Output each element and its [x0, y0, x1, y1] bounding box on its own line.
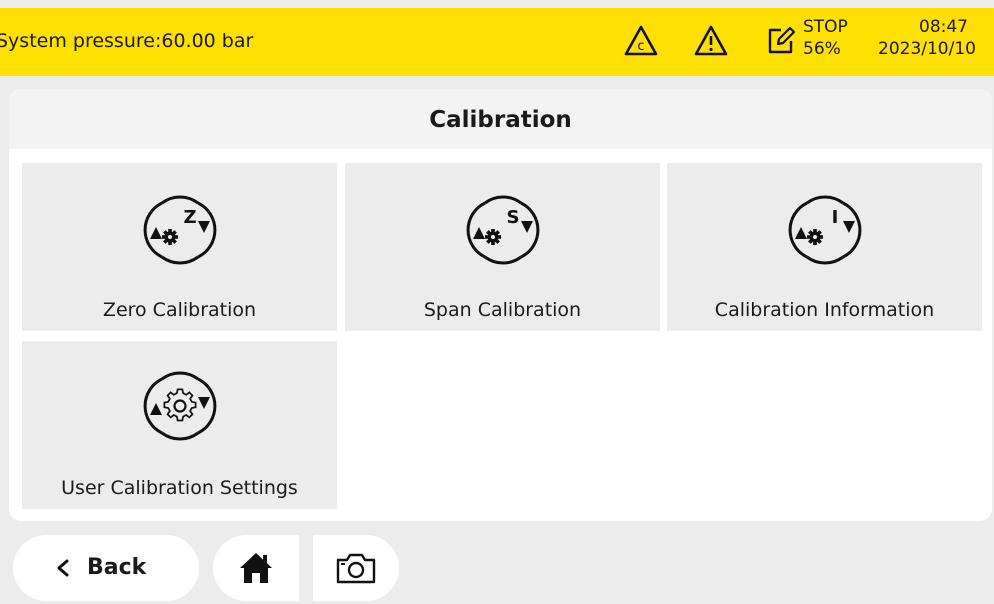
calibration-information-tile[interactable]: I Calibration Information	[667, 163, 982, 331]
status-bar: System pressure:60.00 bar c STOP 56% 08:…	[0, 8, 994, 76]
system-pressure-text: System pressure:60.00 bar	[0, 30, 254, 52]
edit-icon[interactable]	[764, 24, 798, 62]
screenshot-button[interactable]	[313, 535, 399, 601]
warning-icon[interactable]	[693, 24, 729, 62]
back-label: Back	[87, 555, 147, 580]
camera-icon	[336, 553, 376, 584]
run-state-text: STOP	[803, 17, 848, 37]
calibration-information-label: Calibration Information	[714, 299, 935, 321]
zero-calibration-tile[interactable]: Z Zero Calibration	[22, 163, 337, 331]
back-button[interactable]: Back	[13, 535, 199, 601]
span-calibration-icon: S	[466, 195, 539, 265]
clock: 08:47 2023/10/10	[878, 17, 976, 59]
svg-text:Z: Z	[183, 207, 196, 228]
svg-text:S: S	[506, 207, 519, 228]
zero-calibration-icon: Z	[143, 195, 216, 265]
zero-calibration-label: Zero Calibration	[102, 299, 257, 321]
user-calibration-settings-label: User Calibration Settings	[61, 477, 298, 499]
home-button[interactable]	[213, 535, 299, 601]
run-progress-text: 56%	[803, 39, 841, 59]
span-calibration-tile[interactable]: S Span Calibration	[345, 163, 660, 331]
user-calibration-settings-icon	[143, 371, 216, 441]
svg-text:I: I	[831, 207, 838, 228]
home-icon	[240, 553, 272, 583]
calibration-warning-icon[interactable]: c	[623, 24, 659, 62]
page-title: Calibration	[9, 89, 992, 149]
calibration-information-icon: I	[788, 195, 861, 265]
calibration-panel: Calibration Z Zero Calibration S Span Ca…	[9, 89, 992, 521]
user-calibration-settings-tile[interactable]: User Calibration Settings	[22, 341, 337, 509]
svg-text:c: c	[637, 39, 644, 54]
run-status: STOP 56%	[803, 17, 848, 59]
time-text: 08:47	[919, 17, 968, 37]
date-text: 2023/10/10	[878, 39, 976, 59]
chevron-left-icon	[57, 559, 69, 577]
span-calibration-label: Span Calibration	[423, 299, 582, 321]
